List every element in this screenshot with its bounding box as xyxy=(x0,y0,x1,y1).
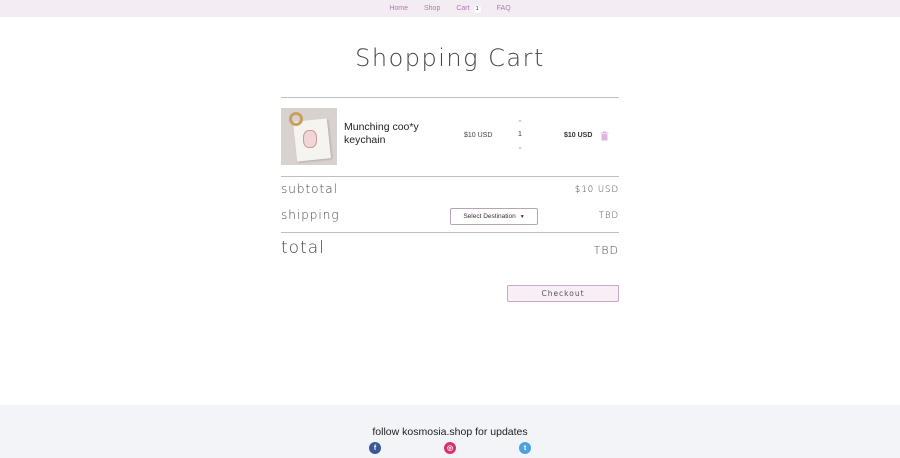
chevron-down-icon[interactable]: ⌄ xyxy=(513,142,527,152)
cart-count-badge: 1 xyxy=(473,4,481,13)
subtotal-value: $10 USD xyxy=(574,185,619,195)
divider xyxy=(281,232,619,233)
destination-select-label: Select Destination xyxy=(463,213,516,220)
product-thumbnail[interactable] xyxy=(281,108,337,165)
total-label: total xyxy=(281,238,325,258)
nav-faq[interactable]: FAQ xyxy=(497,5,511,12)
chevron-up-icon[interactable]: ⌃ xyxy=(513,118,527,128)
divider xyxy=(281,97,619,98)
nav-home[interactable]: Home xyxy=(389,5,408,12)
footer: follow kosmosia.shop for updates f ◎ t xyxy=(0,405,900,458)
page-title: Shopping Cart xyxy=(355,44,545,72)
quantity-value[interactable]: 1 xyxy=(513,128,527,142)
quantity-stepper: ⌃ 1 ⌄ xyxy=(513,118,527,152)
nav-cart[interactable]: Cart 1 xyxy=(456,4,481,13)
subtotal-label: subtotal xyxy=(281,182,338,196)
total-value: TBD xyxy=(593,244,619,257)
footer-follow-text: follow kosmosia.shop for updates xyxy=(372,426,528,438)
top-nav: Home Shop Cart 1 FAQ xyxy=(0,0,900,17)
product-price: $10 USD xyxy=(464,132,493,139)
nav-shop[interactable]: Shop xyxy=(424,5,440,12)
shipping-value: TBD xyxy=(598,211,619,221)
facebook-icon[interactable]: f xyxy=(369,442,381,454)
shipping-label: shipping xyxy=(281,208,340,222)
divider xyxy=(281,176,619,177)
trash-icon[interactable] xyxy=(600,131,609,141)
caret-down-icon: ▼ xyxy=(519,213,525,220)
product-name[interactable]: Munching coo*y keychain xyxy=(344,121,454,147)
instagram-icon[interactable]: ◎ xyxy=(444,442,456,454)
destination-select[interactable]: Select Destination ▼ xyxy=(450,208,538,225)
nav-cart-label: Cart xyxy=(456,5,470,12)
cart-item-row: Munching coo*y keychain $10 USD ⌃ 1 ⌄ $1… xyxy=(281,108,619,166)
twitter-icon[interactable]: t xyxy=(519,442,531,454)
line-total: $10 USD xyxy=(564,132,593,139)
checkout-button[interactable]: Checkout xyxy=(507,285,619,302)
